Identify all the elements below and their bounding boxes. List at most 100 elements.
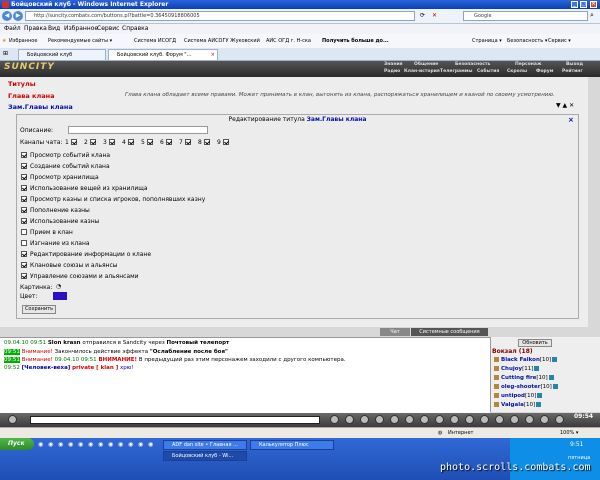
menu-favorites[interactable]: Избранное xyxy=(64,24,98,34)
sound-icon[interactable] xyxy=(390,415,399,424)
permission-checkbox[interactable] xyxy=(21,163,27,169)
start-button[interactable]: Пуск xyxy=(0,438,34,450)
player-name[interactable]: Black Falkon xyxy=(501,357,540,363)
permission-checkbox[interactable] xyxy=(21,251,27,257)
scroll-icon[interactable] xyxy=(420,415,429,424)
permission-checkbox[interactable] xyxy=(21,273,27,279)
translit-icon[interactable] xyxy=(405,415,414,424)
fav-isogd[interactable]: Система ИСОГД xyxy=(134,34,176,48)
close-window-button[interactable]: × xyxy=(590,1,597,8)
player-name[interactable]: Cutting fire xyxy=(501,375,536,381)
help-icon[interactable] xyxy=(465,415,474,424)
fav-aisogu[interactable]: Система АИСОГУ Жуковский xyxy=(184,34,260,48)
menu-view[interactable]: Вид xyxy=(48,24,60,34)
channel-checkbox[interactable] xyxy=(90,139,96,145)
quicklaunch-icon[interactable]: ◉ xyxy=(148,441,153,448)
delete-icon[interactable]: ✕ xyxy=(569,102,574,109)
nav-rating[interactable]: Рейтинг xyxy=(562,69,583,74)
quicklaunch-icon[interactable]: ◉ xyxy=(68,441,73,448)
chat-user[interactable]: Slon krasn xyxy=(48,340,81,346)
tools-menu[interactable]: Сервис ▾ xyxy=(548,34,571,48)
channel-checkbox[interactable] xyxy=(109,139,115,145)
title-deputy-label[interactable]: Зам.Главы клана xyxy=(8,103,73,111)
player-name[interactable]: Valgala xyxy=(501,402,524,408)
refresh-button[interactable]: Обновить xyxy=(518,339,552,347)
menu-edit[interactable]: Правка xyxy=(24,24,47,34)
player-name[interactable]: untipod xyxy=(501,393,525,399)
tab-system-messages[interactable]: Системные сообщения xyxy=(411,328,488,336)
channel-checkbox[interactable] xyxy=(128,139,134,145)
back-button[interactable]: ◀ xyxy=(2,11,12,21)
address-input[interactable]: http://suncity.combats.com/buttons.pl?ba… xyxy=(25,11,415,21)
player-info-icon[interactable] xyxy=(494,393,499,398)
chat-mode-icon[interactable] xyxy=(8,415,17,424)
player-info-icon[interactable] xyxy=(494,384,499,389)
task-calculator[interactable]: Калькулятор Плюс xyxy=(250,440,334,450)
player-row[interactable]: Cutting fire[10] xyxy=(494,375,554,381)
quicklaunch-icon[interactable]: ◉ xyxy=(128,441,133,448)
quicklaunch-icon[interactable]: ◉ xyxy=(38,441,43,448)
tab-list-icon[interactable]: ⊞ xyxy=(3,50,8,57)
quicklaunch-icon[interactable]: ◉ xyxy=(108,441,113,448)
quicklaunch-icon[interactable]: ◉ xyxy=(48,441,53,448)
exit-icon[interactable] xyxy=(480,415,489,424)
info-icon[interactable] xyxy=(495,415,504,424)
permission-checkbox[interactable] xyxy=(21,152,27,158)
window-title-bar[interactable]: Бойцовский клуб - Windows Internet Explo… xyxy=(0,0,600,9)
settings-icon[interactable] xyxy=(435,415,444,424)
permission-checkbox[interactable] xyxy=(21,196,27,202)
player-row[interactable]: untipod[10] xyxy=(494,393,543,399)
send-icon[interactable] xyxy=(330,415,339,424)
taskbar-clock[interactable]: 9:51 xyxy=(570,441,583,448)
task-fight-club[interactable]: Бойцовский клуб - Wi... xyxy=(163,451,247,461)
tab-forum[interactable]: Бойцовский клуб. Форум "... × xyxy=(108,49,218,60)
player-row[interactable]: oleg-shooter[10] xyxy=(494,384,558,390)
quicklaunch-icon[interactable]: ◉ xyxy=(78,441,83,448)
channel-checkbox[interactable] xyxy=(185,139,191,145)
move-down-icon[interactable]: ▼ xyxy=(556,102,561,109)
channel-checkbox[interactable] xyxy=(147,139,153,145)
save-button[interactable]: Сохранить xyxy=(22,305,56,314)
player-info-icon[interactable] xyxy=(494,366,499,371)
menu-help[interactable]: Справка xyxy=(122,24,148,34)
player-row[interactable]: Chujoy[11] xyxy=(494,366,540,372)
zoom-level[interactable]: 100% ▾ xyxy=(560,428,578,438)
refresh-icon[interactable]: ⟳ xyxy=(420,12,425,19)
player-row[interactable]: Valgala[10] xyxy=(494,402,542,408)
friends-icon[interactable] xyxy=(525,415,534,424)
mail-icon[interactable] xyxy=(510,415,519,424)
nav-telegrams[interactable]: Телеграммы xyxy=(440,69,473,74)
channel-checkbox[interactable] xyxy=(166,139,172,145)
stop-icon[interactable]: ✕ xyxy=(432,12,437,19)
security-menu[interactable]: Безопасность ▾ xyxy=(507,34,547,48)
player-name[interactable]: Chujoy xyxy=(501,366,522,372)
quicklaunch-icon[interactable]: ◉ xyxy=(118,441,123,448)
player-row[interactable]: Black Falkon[10] xyxy=(494,357,558,363)
fav-ais-ogd[interactable]: АИС ОГД г. Н-ска xyxy=(266,34,311,48)
permission-checkbox[interactable] xyxy=(21,229,27,235)
minimize-button[interactable]: _ xyxy=(571,1,578,8)
nav-exit[interactable]: Выход xyxy=(566,62,583,67)
lock-icon[interactable] xyxy=(555,415,564,424)
nav-knowledge[interactable]: Знания xyxy=(384,62,403,67)
smiles-icon[interactable] xyxy=(345,415,354,424)
close-tab-icon[interactable]: × xyxy=(211,50,215,60)
permission-checkbox[interactable] xyxy=(21,207,27,213)
nav-communication[interactable]: Общение xyxy=(414,62,438,67)
clear-icon[interactable] xyxy=(360,415,369,424)
search-icon[interactable]: ⌕ xyxy=(590,11,594,20)
image-picker-icon[interactable]: ◔ xyxy=(56,283,61,290)
title-head-label[interactable]: Глава клана xyxy=(8,92,55,100)
nav-scrolls[interactable]: Скролы xyxy=(507,69,527,74)
menu-file[interactable]: Файл xyxy=(4,24,21,34)
task-adf[interactable]: ADF dan site • Главная ... xyxy=(163,440,247,450)
map-icon[interactable] xyxy=(450,415,459,424)
nav-security[interactable]: Безопасность xyxy=(455,62,490,67)
quicklaunch-icon[interactable]: ◉ xyxy=(98,441,103,448)
filter-icon[interactable] xyxy=(375,415,384,424)
tab-fight-club[interactable]: Бойцовский клуб xyxy=(18,49,106,60)
maximize-button[interactable]: □ xyxy=(580,1,587,8)
player-name[interactable]: oleg-shooter xyxy=(501,384,540,390)
nav-clan-history[interactable]: Клан-история xyxy=(404,69,440,74)
nav-character[interactable]: Персонаж xyxy=(515,62,541,67)
